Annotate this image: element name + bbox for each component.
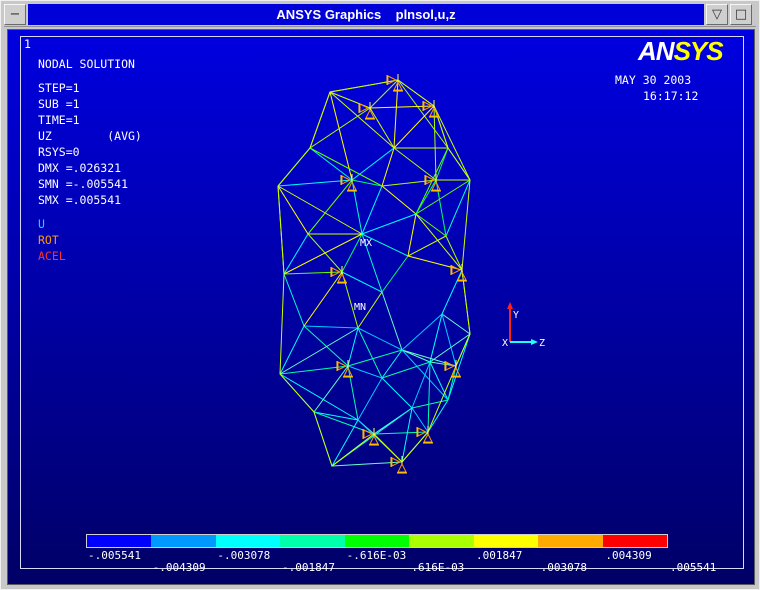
triad-z-label: Z — [539, 338, 545, 349]
triad-z-arrow-icon — [531, 339, 538, 345]
mesh-edge — [411, 399, 449, 409]
legend-bottom-label: -.001847 — [282, 561, 335, 574]
legend-bottom-label: .003078 — [540, 561, 588, 574]
mesh-edge — [303, 325, 349, 367]
legend-color-band — [409, 535, 474, 547]
mesh-edge — [347, 327, 359, 367]
legend-color-band — [538, 535, 603, 547]
mesh-edge — [401, 407, 413, 463]
contour-legend-bar — [86, 534, 668, 548]
mesh-edge — [277, 185, 363, 235]
legend-top-label: -.003078 — [217, 549, 271, 562]
mesh-edge — [407, 255, 463, 271]
ansys-graphics-window: − ANSYS Graphics plnsol,u,z ▽ □ 1 ANSYS … — [0, 0, 760, 590]
mesh-edge — [415, 179, 437, 215]
constraint-symbol-icon — [424, 174, 441, 192]
mesh-edge — [373, 431, 429, 435]
mesh-edge — [401, 349, 449, 401]
mesh-edge — [303, 271, 343, 327]
mesh-edge — [381, 185, 417, 215]
mesh-edge — [441, 313, 457, 367]
max-marker: MX — [360, 238, 373, 249]
title-bar[interactable]: − ANSYS Graphics plnsol,u,z ▽ □ — [4, 4, 756, 27]
mesh-edge — [331, 419, 359, 467]
mesh-edge — [329, 91, 353, 181]
mesh-edge — [411, 407, 429, 433]
mesh-edge — [347, 365, 359, 421]
mesh-edge — [393, 105, 435, 149]
legend-color-band — [280, 535, 345, 547]
graphics-viewport[interactable]: 1 ANSYS MAY 30 2003 16:17:12 NODAL SOLUT… — [7, 29, 755, 585]
mesh-edge — [433, 105, 471, 181]
mesh-edge — [381, 255, 409, 293]
legend-top-label: -.005541 — [88, 549, 141, 562]
legend-color-band — [151, 535, 216, 547]
mesh-edge — [283, 273, 305, 327]
mesh-edge — [427, 361, 431, 433]
mesh-edge — [329, 91, 395, 149]
legend-bottom-label: -.004309 — [152, 561, 206, 574]
legend-top-label: .004309 — [605, 549, 652, 562]
mesh-edge — [397, 79, 449, 149]
window-menu-button[interactable]: − — [4, 4, 26, 25]
mesh-edge — [277, 185, 309, 235]
legend-top-label: -.616E-03 — [346, 549, 407, 562]
title-area[interactable]: ANSYS Graphics plnsol,u,z — [28, 4, 704, 25]
mesh-edge — [303, 325, 359, 329]
mesh-edge — [435, 179, 447, 237]
mesh-edge — [361, 185, 383, 235]
legend-color-band — [344, 535, 410, 547]
constraint-symbol-icon — [336, 360, 353, 378]
mesh-edges — [277, 79, 471, 467]
legend-bottom-label: .005541 — [670, 561, 717, 574]
legend-top-label: .001847 — [476, 549, 523, 562]
mesh-edge — [393, 147, 437, 181]
mesh-edge — [407, 235, 447, 257]
mesh-edge — [407, 213, 417, 257]
mesh-edge — [341, 271, 359, 329]
legend-color-band — [87, 535, 152, 547]
maximize-button[interactable]: □ — [730, 4, 752, 25]
minimize-button[interactable]: ▽ — [706, 4, 728, 25]
mesh-edge — [309, 107, 371, 149]
coordinate-triad: Y Z X — [502, 302, 545, 349]
mesh-edge — [411, 361, 431, 409]
legend-color-band — [215, 535, 281, 547]
boundary-condition-symbols — [330, 74, 467, 474]
window-title: ANSYS Graphics plnsol,u,z — [276, 7, 456, 22]
constraint-symbol-icon — [340, 174, 357, 192]
mesh-edge — [357, 377, 383, 421]
mesh-edge — [401, 313, 443, 351]
mesh-edge — [381, 377, 413, 409]
mesh-edge — [313, 365, 349, 413]
triad-y-arrow-icon — [507, 302, 513, 309]
mesh-edge — [427, 399, 449, 433]
mesh-edge — [415, 213, 463, 271]
mesh-edge — [381, 361, 431, 379]
legend-color-band — [602, 535, 667, 547]
triad-y-label: Y — [513, 310, 519, 321]
legend-color-band — [473, 535, 539, 547]
mesh-edge — [283, 271, 343, 275]
mesh-edge — [369, 107, 395, 149]
finite-element-mesh — [277, 74, 471, 474]
mesh-edge — [351, 179, 363, 235]
legend-bottom-label: .616E-03 — [411, 561, 465, 574]
mesh-edge — [351, 179, 383, 187]
mesh-edge — [441, 269, 463, 315]
mesh-edge — [381, 349, 403, 379]
mesh-edge — [341, 233, 363, 273]
mesh-edge — [381, 147, 395, 187]
min-marker: MN — [354, 302, 367, 313]
mesh-edge — [401, 349, 431, 363]
triad-x-label: X — [502, 338, 508, 349]
mesh-edge — [361, 213, 417, 235]
mesh-edge — [445, 179, 471, 237]
mesh-edge — [351, 147, 395, 181]
